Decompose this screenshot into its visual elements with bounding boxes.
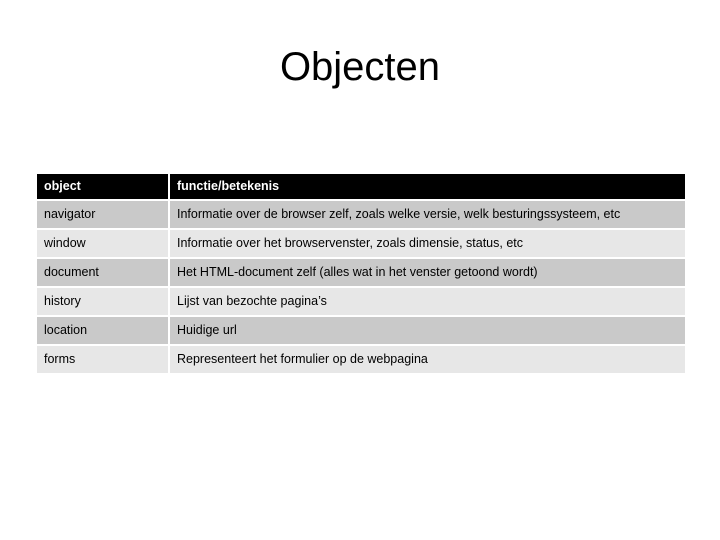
objects-table-container: object functie/betekenis navigator Inform… bbox=[35, 172, 685, 375]
cell-function: Het HTML-document zelf (alles wat in het… bbox=[170, 259, 685, 286]
table-row: location Huidige url bbox=[37, 317, 685, 344]
table-header-row: object functie/betekenis bbox=[37, 174, 685, 199]
cell-function: Lijst van bezochte pagina’s bbox=[170, 288, 685, 315]
column-header-function: functie/betekenis bbox=[170, 174, 685, 199]
cell-object: navigator bbox=[37, 201, 168, 228]
table-row: document Het HTML-document zelf (alles wa… bbox=[37, 259, 685, 286]
table-row: window Informatie over het browservenster… bbox=[37, 230, 685, 257]
table-row: forms Representeert het formulier op de w… bbox=[37, 346, 685, 373]
cell-function: Informatie over het browservenster, zoal… bbox=[170, 230, 685, 257]
cell-object: forms bbox=[37, 346, 168, 373]
cell-object: document bbox=[37, 259, 168, 286]
objects-table: object functie/betekenis navigator Inform… bbox=[35, 172, 687, 375]
column-header-object: object bbox=[37, 174, 168, 199]
cell-function: Representeert het formulier op de webpag… bbox=[170, 346, 685, 373]
cell-object: location bbox=[37, 317, 168, 344]
table-row: navigator Informatie over de browser zelf… bbox=[37, 201, 685, 228]
cell-object: history bbox=[37, 288, 168, 315]
table-header: object functie/betekenis bbox=[37, 174, 685, 199]
page-title: Objecten bbox=[279, 45, 441, 89]
cell-function: Huidige url bbox=[170, 317, 685, 344]
table-body: navigator Informatie over de browser zelf… bbox=[37, 201, 685, 373]
slide-canvas: Objecten object functie/betekenis naviga… bbox=[0, 0, 720, 540]
cell-object: window bbox=[37, 230, 168, 257]
cell-function: Informatie over de browser zelf, zoals w… bbox=[170, 201, 685, 228]
table-row: history Lijst van bezochte pagina’s bbox=[37, 288, 685, 315]
